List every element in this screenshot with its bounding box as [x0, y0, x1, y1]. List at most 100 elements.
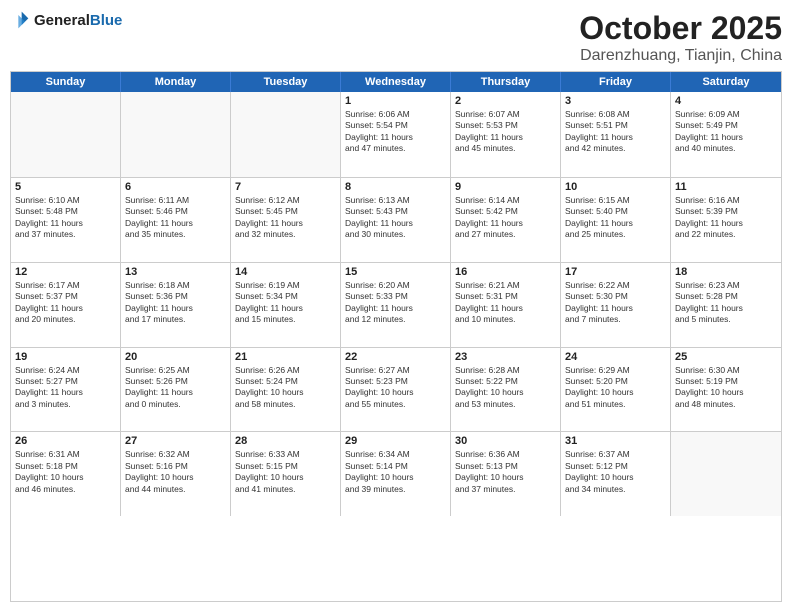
calendar-cell: 11Sunrise: 6:16 AM Sunset: 5:39 PM Dayli…: [671, 178, 781, 262]
day-number: 22: [345, 351, 446, 363]
calendar-cell: [671, 432, 781, 516]
day-info: Sunrise: 6:25 AM Sunset: 5:26 PM Dayligh…: [125, 365, 226, 411]
calendar-cell: 12 Sunrise: 6:17 AM Sunset: 5:37 PM Dayli…: [11, 263, 121, 347]
calendar-row-3: 12 Sunrise: 6:17 AM Sunset: 5:37 PM Dayli…: [11, 262, 781, 347]
calendar: SundayMondayTuesdayWednesdayThursdayFrid…: [10, 71, 782, 602]
calendar-header: SundayMondayTuesdayWednesdayThursdayFrid…: [11, 72, 781, 92]
day-info: Sunrise: 6:17 AM Sunset: 5:37 PM Dayligh…: [15, 280, 116, 326]
day-number: 24: [565, 351, 666, 363]
day-info: Sunrise: 6:09 AM Sunset: 5:49 PM Dayligh…: [675, 109, 777, 155]
day-info: Sunrise: 6:11 AM Sunset: 5:46 PM Dayligh…: [125, 195, 226, 241]
day-number: 27: [125, 435, 226, 447]
day-number: 18: [675, 266, 777, 278]
day-info: Sunrise: 6:13 AM Sunset: 5:43 PM Dayligh…: [345, 195, 446, 241]
calendar-cell: 30 Sunrise: 6:36 AM Sunset: 5:13 PM Dayli…: [451, 432, 561, 516]
day-number: 16: [455, 266, 556, 278]
day-info: Sunrise: 6:34 AM Sunset: 5:14 PM Dayligh…: [345, 449, 446, 495]
day-info: Sunrise: 6:26 AM Sunset: 5:24 PM Dayligh…: [235, 365, 336, 411]
day-info: Sunrise: 6:14 AM Sunset: 5:42 PM Dayligh…: [455, 195, 556, 241]
calendar-cell: 7 Sunrise: 6:12 AM Sunset: 5:45 PM Daylig…: [231, 178, 341, 262]
day-info: Sunrise: 6:06 AM Sunset: 5:54 PM Dayligh…: [345, 109, 446, 155]
logo-icon: [10, 10, 30, 30]
calendar-cell: [231, 92, 341, 177]
day-number: 12: [15, 266, 116, 278]
header-day-friday: Friday: [561, 72, 671, 92]
day-info: Sunrise: 6:08 AM Sunset: 5:51 PM Dayligh…: [565, 109, 666, 155]
calendar-cell: 23Sunrise: 6:28 AM Sunset: 5:22 PM Dayli…: [451, 348, 561, 432]
header-day-tuesday: Tuesday: [231, 72, 341, 92]
calendar-row-5: 26 Sunrise: 6:31 AM Sunset: 5:18 PM Dayli…: [11, 431, 781, 516]
month-title: October 2025: [579, 10, 782, 47]
calendar-cell: 22 Sunrise: 6:27 AM Sunset: 5:23 PM Dayli…: [341, 348, 451, 432]
day-info: Sunrise: 6:16 AM Sunset: 5:39 PM Dayligh…: [675, 195, 777, 241]
calendar-cell: [121, 92, 231, 177]
calendar-cell: 8 Sunrise: 6:13 AM Sunset: 5:43 PM Daylig…: [341, 178, 451, 262]
day-info: Sunrise: 6:21 AM Sunset: 5:31 PM Dayligh…: [455, 280, 556, 326]
day-number: 15: [345, 266, 446, 278]
day-number: 14: [235, 266, 336, 278]
calendar-cell: [11, 92, 121, 177]
calendar-cell: 17 Sunrise: 6:22 AM Sunset: 5:30 PM Dayli…: [561, 263, 671, 347]
day-info: Sunrise: 6:24 AM Sunset: 5:27 PM Dayligh…: [15, 365, 116, 411]
calendar-cell: 18 Sunrise: 6:23 AM Sunset: 5:28 PM Dayli…: [671, 263, 781, 347]
day-info: Sunrise: 6:29 AM Sunset: 5:20 PM Dayligh…: [565, 365, 666, 411]
header: GeneralBlue October 2025 Darenzhuang, Ti…: [10, 10, 782, 65]
day-number: 25: [675, 351, 777, 363]
calendar-cell: 5Sunrise: 6:10 AM Sunset: 5:48 PM Daylig…: [11, 178, 121, 262]
day-info: Sunrise: 6:22 AM Sunset: 5:30 PM Dayligh…: [565, 280, 666, 326]
calendar-cell: 14 Sunrise: 6:19 AM Sunset: 5:34 PM Dayli…: [231, 263, 341, 347]
calendar-cell: 3 Sunrise: 6:08 AM Sunset: 5:51 PM Daylig…: [561, 92, 671, 177]
day-info: Sunrise: 6:33 AM Sunset: 5:15 PM Dayligh…: [235, 449, 336, 495]
calendar-cell: 1Sunrise: 6:06 AM Sunset: 5:54 PM Daylig…: [341, 92, 451, 177]
calendar-cell: 2Sunrise: 6:07 AM Sunset: 5:53 PM Daylig…: [451, 92, 561, 177]
calendar-cell: 20 Sunrise: 6:25 AM Sunset: 5:26 PM Dayli…: [121, 348, 231, 432]
calendar-cell: 31Sunrise: 6:37 AM Sunset: 5:12 PM Dayli…: [561, 432, 671, 516]
day-number: 3: [565, 95, 666, 107]
header-day-thursday: Thursday: [451, 72, 561, 92]
day-number: 10: [565, 181, 666, 193]
day-info: Sunrise: 6:20 AM Sunset: 5:33 PM Dayligh…: [345, 280, 446, 326]
day-number: 29: [345, 435, 446, 447]
calendar-cell: 26 Sunrise: 6:31 AM Sunset: 5:18 PM Dayli…: [11, 432, 121, 516]
day-info: Sunrise: 6:10 AM Sunset: 5:48 PM Dayligh…: [15, 195, 116, 241]
calendar-cell: 10 Sunrise: 6:15 AM Sunset: 5:40 PM Dayli…: [561, 178, 671, 262]
calendar-cell: 25 Sunrise: 6:30 AM Sunset: 5:19 PM Dayli…: [671, 348, 781, 432]
calendar-row-4: 19 Sunrise: 6:24 AM Sunset: 5:27 PM Dayli…: [11, 347, 781, 432]
calendar-page: GeneralBlue October 2025 Darenzhuang, Ti…: [0, 0, 792, 612]
day-number: 19: [15, 351, 116, 363]
day-number: 13: [125, 266, 226, 278]
calendar-cell: 29 Sunrise: 6:34 AM Sunset: 5:14 PM Dayli…: [341, 432, 451, 516]
day-info: Sunrise: 6:27 AM Sunset: 5:23 PM Dayligh…: [345, 365, 446, 411]
day-number: 7: [235, 181, 336, 193]
header-day-sunday: Sunday: [11, 72, 121, 92]
day-number: 30: [455, 435, 556, 447]
calendar-cell: 4 Sunrise: 6:09 AM Sunset: 5:49 PM Daylig…: [671, 92, 781, 177]
day-number: 4: [675, 95, 777, 107]
day-info: Sunrise: 6:36 AM Sunset: 5:13 PM Dayligh…: [455, 449, 556, 495]
day-number: 9: [455, 181, 556, 193]
calendar-cell: 16 Sunrise: 6:21 AM Sunset: 5:31 PM Dayli…: [451, 263, 561, 347]
day-number: 26: [15, 435, 116, 447]
logo: GeneralBlue: [10, 10, 122, 30]
location-title: Darenzhuang, Tianjin, China: [579, 47, 782, 65]
day-info: Sunrise: 6:19 AM Sunset: 5:34 PM Dayligh…: [235, 280, 336, 326]
day-info: Sunrise: 6:15 AM Sunset: 5:40 PM Dayligh…: [565, 195, 666, 241]
day-number: 17: [565, 266, 666, 278]
day-info: Sunrise: 6:23 AM Sunset: 5:28 PM Dayligh…: [675, 280, 777, 326]
day-info: Sunrise: 6:28 AM Sunset: 5:22 PM Dayligh…: [455, 365, 556, 411]
calendar-body: 1Sunrise: 6:06 AM Sunset: 5:54 PM Daylig…: [11, 92, 781, 601]
calendar-row-1: 1Sunrise: 6:06 AM Sunset: 5:54 PM Daylig…: [11, 92, 781, 177]
day-number: 20: [125, 351, 226, 363]
day-info: Sunrise: 6:18 AM Sunset: 5:36 PM Dayligh…: [125, 280, 226, 326]
header-day-saturday: Saturday: [671, 72, 781, 92]
calendar-row-2: 5Sunrise: 6:10 AM Sunset: 5:48 PM Daylig…: [11, 177, 781, 262]
calendar-cell: 24 Sunrise: 6:29 AM Sunset: 5:20 PM Dayli…: [561, 348, 671, 432]
calendar-cell: 15 Sunrise: 6:20 AM Sunset: 5:33 PM Dayli…: [341, 263, 451, 347]
day-info: Sunrise: 6:37 AM Sunset: 5:12 PM Dayligh…: [565, 449, 666, 495]
day-info: Sunrise: 6:30 AM Sunset: 5:19 PM Dayligh…: [675, 365, 777, 411]
title-block: October 2025 Darenzhuang, Tianjin, China: [579, 10, 782, 65]
day-number: 8: [345, 181, 446, 193]
header-day-monday: Monday: [121, 72, 231, 92]
day-info: Sunrise: 6:12 AM Sunset: 5:45 PM Dayligh…: [235, 195, 336, 241]
day-info: Sunrise: 6:31 AM Sunset: 5:18 PM Dayligh…: [15, 449, 116, 495]
